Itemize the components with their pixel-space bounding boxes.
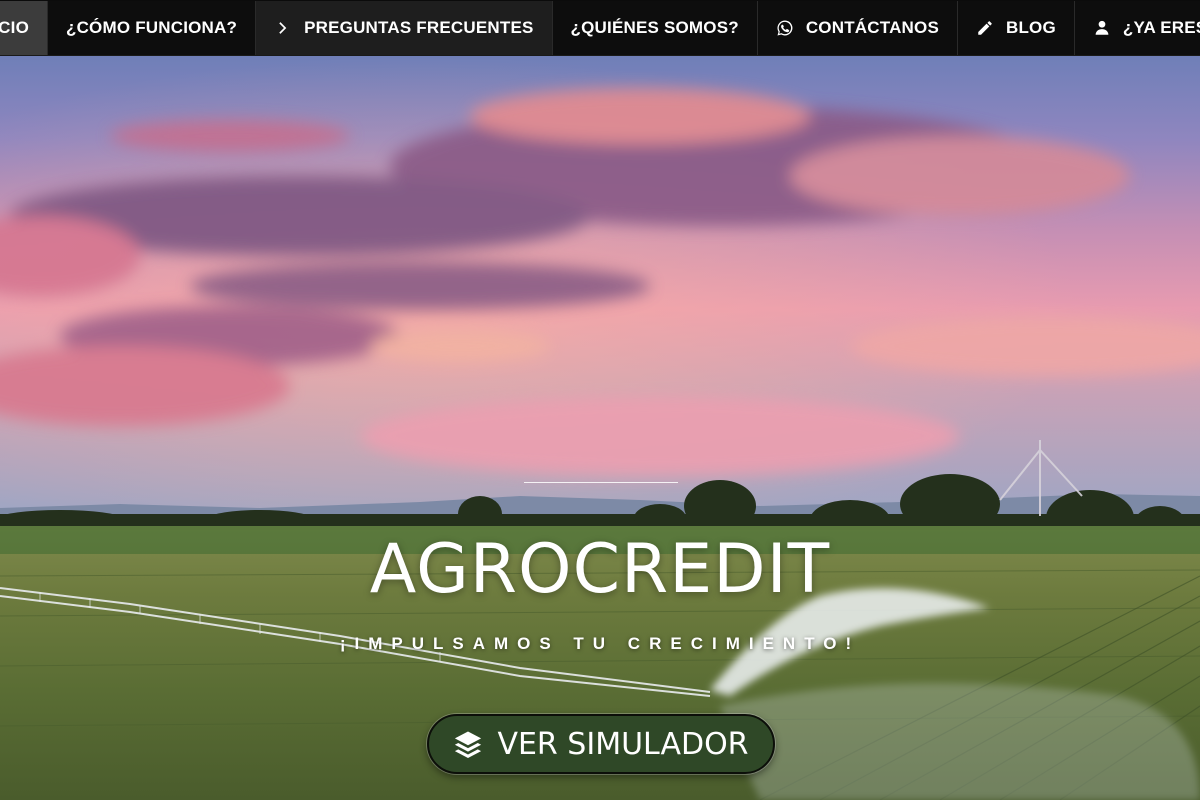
nav-item-label: PREGUNTAS FRECUENTES: [304, 18, 534, 37]
user-icon: [1093, 19, 1111, 37]
nav-item-quienes-somos[interactable]: ¿QUIÉNES SOMOS?: [552, 1, 758, 55]
nav-item-ya-eres-cliente[interactable]: ¿YA ERES CLIENTE?: [1074, 1, 1200, 55]
nav-item-label: ¿CÓMO FUNCIONA?: [66, 18, 238, 37]
ver-simulador-button[interactable]: VER SIMULADOR: [427, 714, 775, 774]
nav-item-label: CONTÁCTANOS: [805, 18, 939, 37]
nav-item-como-funciona[interactable]: ¿CÓMO FUNCIONA?: [48, 1, 257, 55]
chevron-right-icon: [274, 19, 292, 37]
main-nav: INICIO ¿CÓMO FUNCIONA? PREGUNTAS FRECUEN…: [0, 0, 1200, 56]
nav-item-label: BLOG: [1005, 18, 1056, 37]
pencil-icon: [976, 19, 994, 37]
nav-item-contactanos[interactable]: CONTÁCTANOS: [757, 1, 958, 55]
hero-background-image: [0, 56, 1200, 800]
layers-icon: [453, 729, 483, 759]
nav-item-inicio[interactable]: INICIO: [0, 1, 48, 55]
hero-tagline: ¡IMPULSAMOS TU CRECIMIENTO!: [339, 634, 861, 653]
whatsapp-icon: [776, 19, 794, 37]
nav-item-blog[interactable]: BLOG: [957, 1, 1075, 55]
nav-item-label: ¿YA ERES CLIENTE?: [1122, 18, 1200, 37]
nav-item-label: INICIO: [0, 18, 29, 37]
hero-divider: [524, 482, 678, 483]
ver-simulador-label: VER SIMULADOR: [497, 726, 749, 762]
nav-item-preguntas-frecuentes[interactable]: PREGUNTAS FRECUENTES: [256, 1, 553, 55]
hero-title: AGROCREDIT: [369, 530, 831, 609]
hero-section: AGROCREDIT ¡IMPULSAMOS TU CRECIMIENTO! V…: [0, 56, 1200, 800]
nav-item-label: ¿QUIÉNES SOMOS?: [570, 18, 739, 37]
